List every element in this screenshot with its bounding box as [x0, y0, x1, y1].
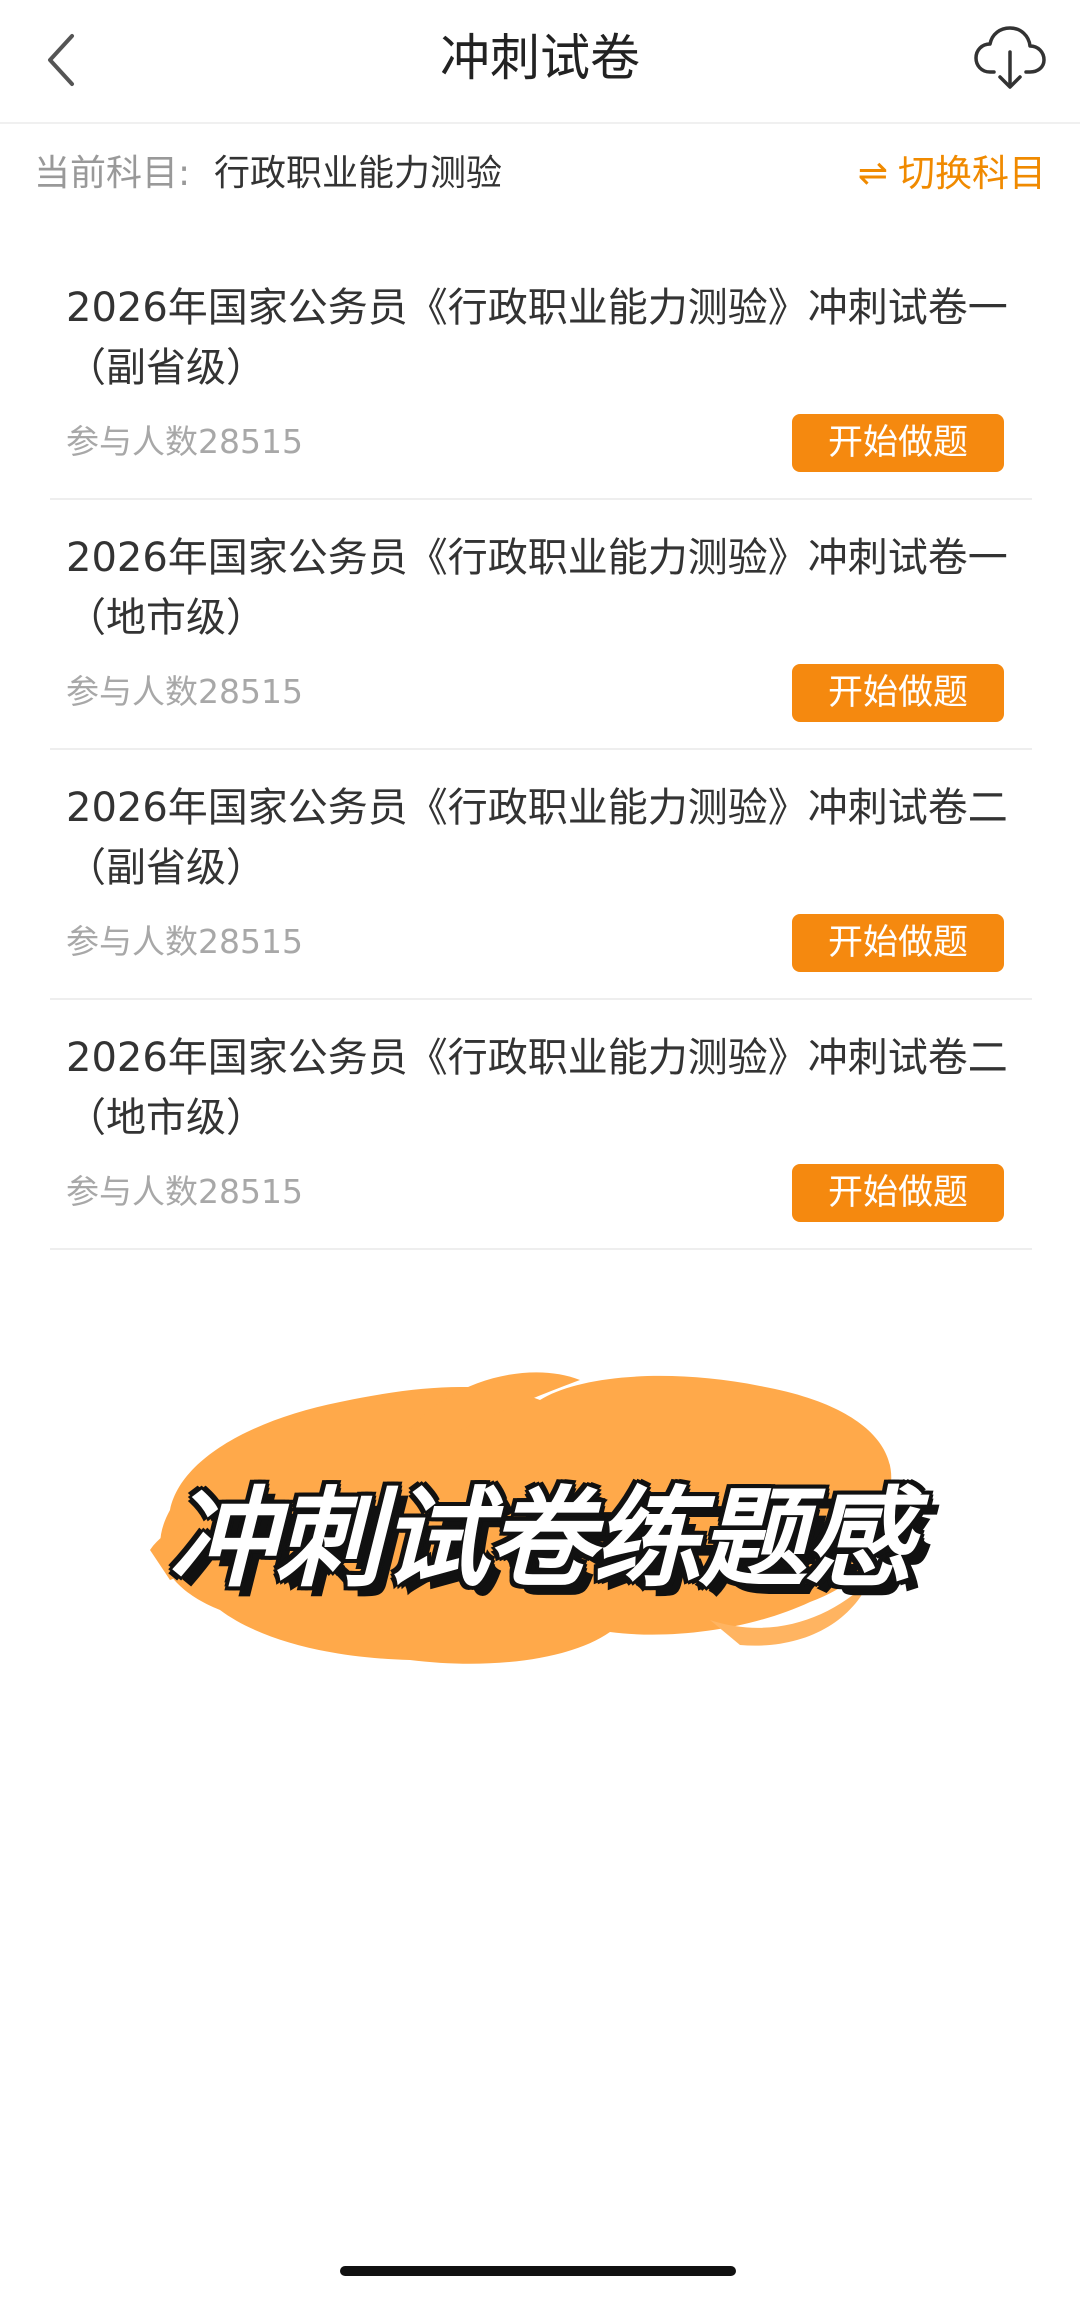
download-button[interactable]	[972, 20, 1048, 96]
current-subject: 行政职业能力测验	[214, 153, 503, 194]
start-button[interactable]: 开始做题	[792, 914, 1004, 972]
switch-subject-button[interactable]: ⇌ 切换科目	[858, 150, 1046, 198]
promo-text: 冲刺试卷练题感	[168, 1477, 913, 1602]
subject-bar: 当前科目: 行政职业能力测验 ⇌ 切换科目	[0, 124, 1080, 224]
paper-list: 2026年国家公务员《行政职业能力测验》冲刺试卷一（副省级） 参与人数28515…	[50, 250, 1032, 1250]
paper-item[interactable]: 2026年国家公务员《行政职业能力测验》冲刺试卷一（副省级） 参与人数28515…	[50, 250, 1032, 500]
start-button[interactable]: 开始做题	[792, 664, 1004, 722]
subject-label: 当前科目:	[34, 153, 191, 194]
start-button[interactable]: 开始做题	[792, 1164, 1004, 1222]
participant-count: 参与人数28515	[66, 422, 303, 461]
promo-banner: 冲刺试卷练题感	[110, 1340, 970, 1700]
start-button[interactable]: 开始做题	[792, 414, 1004, 472]
swap-icon: ⇌	[857, 153, 888, 194]
participant-count: 参与人数28515	[66, 922, 303, 961]
paper-title: 2026年国家公务员《行政职业能力测验》冲刺试卷一（地市级）	[66, 535, 1008, 641]
screen: 冲刺试卷 当前科目: 行政职业能力测验 ⇌ 切换科目 2026年国家公务员《行政…	[0, 0, 1080, 2298]
paper-item[interactable]: 2026年国家公务员《行政职业能力测验》冲刺试卷一（地市级） 参与人数28515…	[50, 500, 1032, 750]
paper-title: 2026年国家公务员《行政职业能力测验》冲刺试卷二（副省级）	[66, 785, 1008, 891]
participant-count: 参与人数28515	[66, 1172, 303, 1211]
paper-title: 2026年国家公务员《行政职业能力测验》冲刺试卷一（副省级）	[66, 285, 1008, 391]
switch-subject-label: 切换科目	[898, 152, 1046, 195]
home-indicator[interactable]	[340, 2266, 736, 2276]
top-nav-bar: 冲刺试卷	[0, 0, 1080, 124]
page-title: 冲刺试卷	[440, 29, 640, 87]
paper-title: 2026年国家公务员《行政职业能力测验》冲刺试卷二（地市级）	[66, 1035, 1008, 1141]
paper-item[interactable]: 2026年国家公务员《行政职业能力测验》冲刺试卷二（地市级） 参与人数28515…	[50, 1000, 1032, 1250]
paper-item[interactable]: 2026年国家公务员《行政职业能力测验》冲刺试卷二（副省级） 参与人数28515…	[50, 750, 1032, 1000]
cloud-download-icon	[974, 26, 1046, 89]
participant-count: 参与人数28515	[66, 672, 303, 711]
